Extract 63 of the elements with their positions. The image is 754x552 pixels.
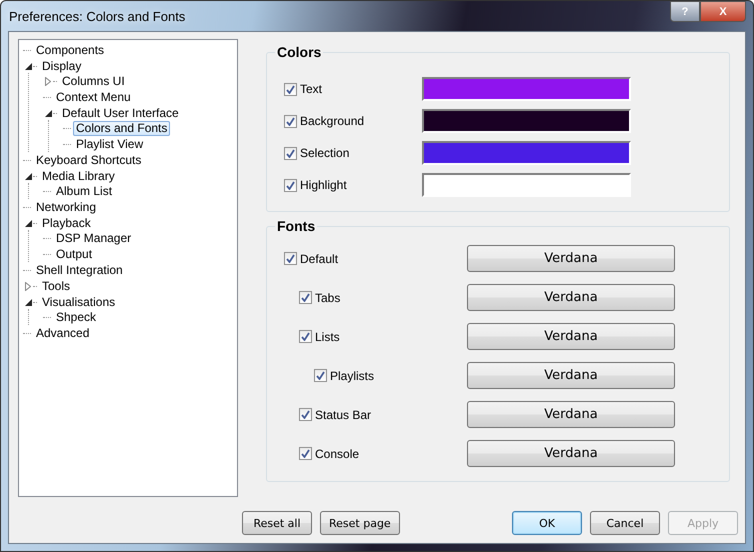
tree-item[interactable]: Advanced: [33, 326, 92, 340]
tree-item[interactable]: Album List: [53, 184, 116, 198]
tree-item[interactable]: Playlist View: [73, 136, 146, 152]
tree-item[interactable]: Display: [39, 58, 84, 74]
checkbox[interactable]: [299, 447, 312, 460]
checkbox[interactable]: [314, 369, 327, 382]
tree-item[interactable]: Colors and Fonts: [73, 120, 170, 136]
checkbox[interactable]: [284, 252, 297, 265]
checkbox[interactable]: [299, 330, 312, 343]
checkbox[interactable]: [284, 178, 297, 192]
font-button[interactable]: Verdana: [467, 440, 675, 467]
tree-item[interactable]: Playback: [39, 216, 94, 230]
checkbox-label: Lists: [315, 330, 340, 344]
collapse-icon[interactable]: [23, 218, 33, 228]
color-swatch[interactable]: [422, 77, 631, 101]
font-button[interactable]: Verdana: [467, 323, 675, 350]
checkbox-label: Tabs: [315, 290, 340, 304]
collapse-icon[interactable]: [23, 171, 33, 181]
tree-item[interactable]: Tools: [39, 278, 74, 294]
reset-button[interactable]: Reset all: [242, 511, 312, 535]
window-title: Preferences: Colors and Fonts: [8, 8, 186, 24]
expand-icon[interactable]: [23, 281, 33, 291]
tree-item[interactable]: Keyboard Shortcuts: [33, 152, 144, 168]
collapse-icon[interactable]: [23, 297, 33, 307]
font-button[interactable]: Verdana: [467, 401, 675, 428]
tree-item[interactable]: Shpeck: [53, 310, 100, 324]
checkbox[interactable]: [284, 114, 297, 128]
color-swatch[interactable]: [422, 109, 631, 133]
color-swatch[interactable]: [422, 141, 631, 165]
tree-item[interactable]: Media Library: [39, 168, 118, 184]
group-title: Colors: [275, 44, 324, 60]
reset-button[interactable]: Reset page: [320, 511, 400, 535]
group-title: Fonts: [275, 218, 318, 234]
checkbox-label: Console: [315, 446, 360, 460]
color-swatch[interactable]: [422, 173, 631, 197]
checkbox-label: Default: [300, 252, 338, 266]
checkbox-label: Selection: [300, 146, 350, 160]
font-button[interactable]: Verdana: [467, 362, 675, 389]
checkbox-label: Background: [300, 114, 364, 128]
tree-item[interactable]: Columns UI: [59, 74, 128, 88]
checkbox-label: Text: [300, 82, 322, 96]
checkbox[interactable]: [284, 146, 297, 160]
checkbox[interactable]: [299, 408, 312, 421]
tree-item[interactable]: Components: [33, 42, 108, 58]
checkbox[interactable]: [299, 291, 312, 304]
tree-item[interactable]: Output: [53, 246, 96, 262]
font-button[interactable]: Verdana: [467, 284, 675, 311]
tree-item[interactable]: Shell Integration: [33, 262, 126, 278]
checkbox-label: Playlists: [330, 368, 374, 382]
checkbox-label: Highlight: [300, 178, 347, 192]
tree-item[interactable]: Context Menu: [53, 90, 134, 104]
dialog-button[interactable]: Cancel: [590, 511, 660, 535]
collapse-icon[interactable]: [23, 61, 33, 71]
expand-icon[interactable]: [43, 76, 53, 86]
dialog-button[interactable]: OK: [512, 511, 582, 535]
collapse-icon[interactable]: [43, 108, 53, 118]
checkbox[interactable]: [284, 82, 297, 96]
font-button[interactable]: Verdana: [467, 245, 675, 272]
tree-item[interactable]: Networking: [33, 200, 100, 214]
tree-item[interactable]: Visualisations: [39, 294, 118, 310]
tree-item[interactable]: DSP Manager: [53, 230, 134, 246]
tree-item[interactable]: Default User Interface: [59, 106, 182, 120]
checkbox-label: Status Bar: [315, 408, 372, 422]
